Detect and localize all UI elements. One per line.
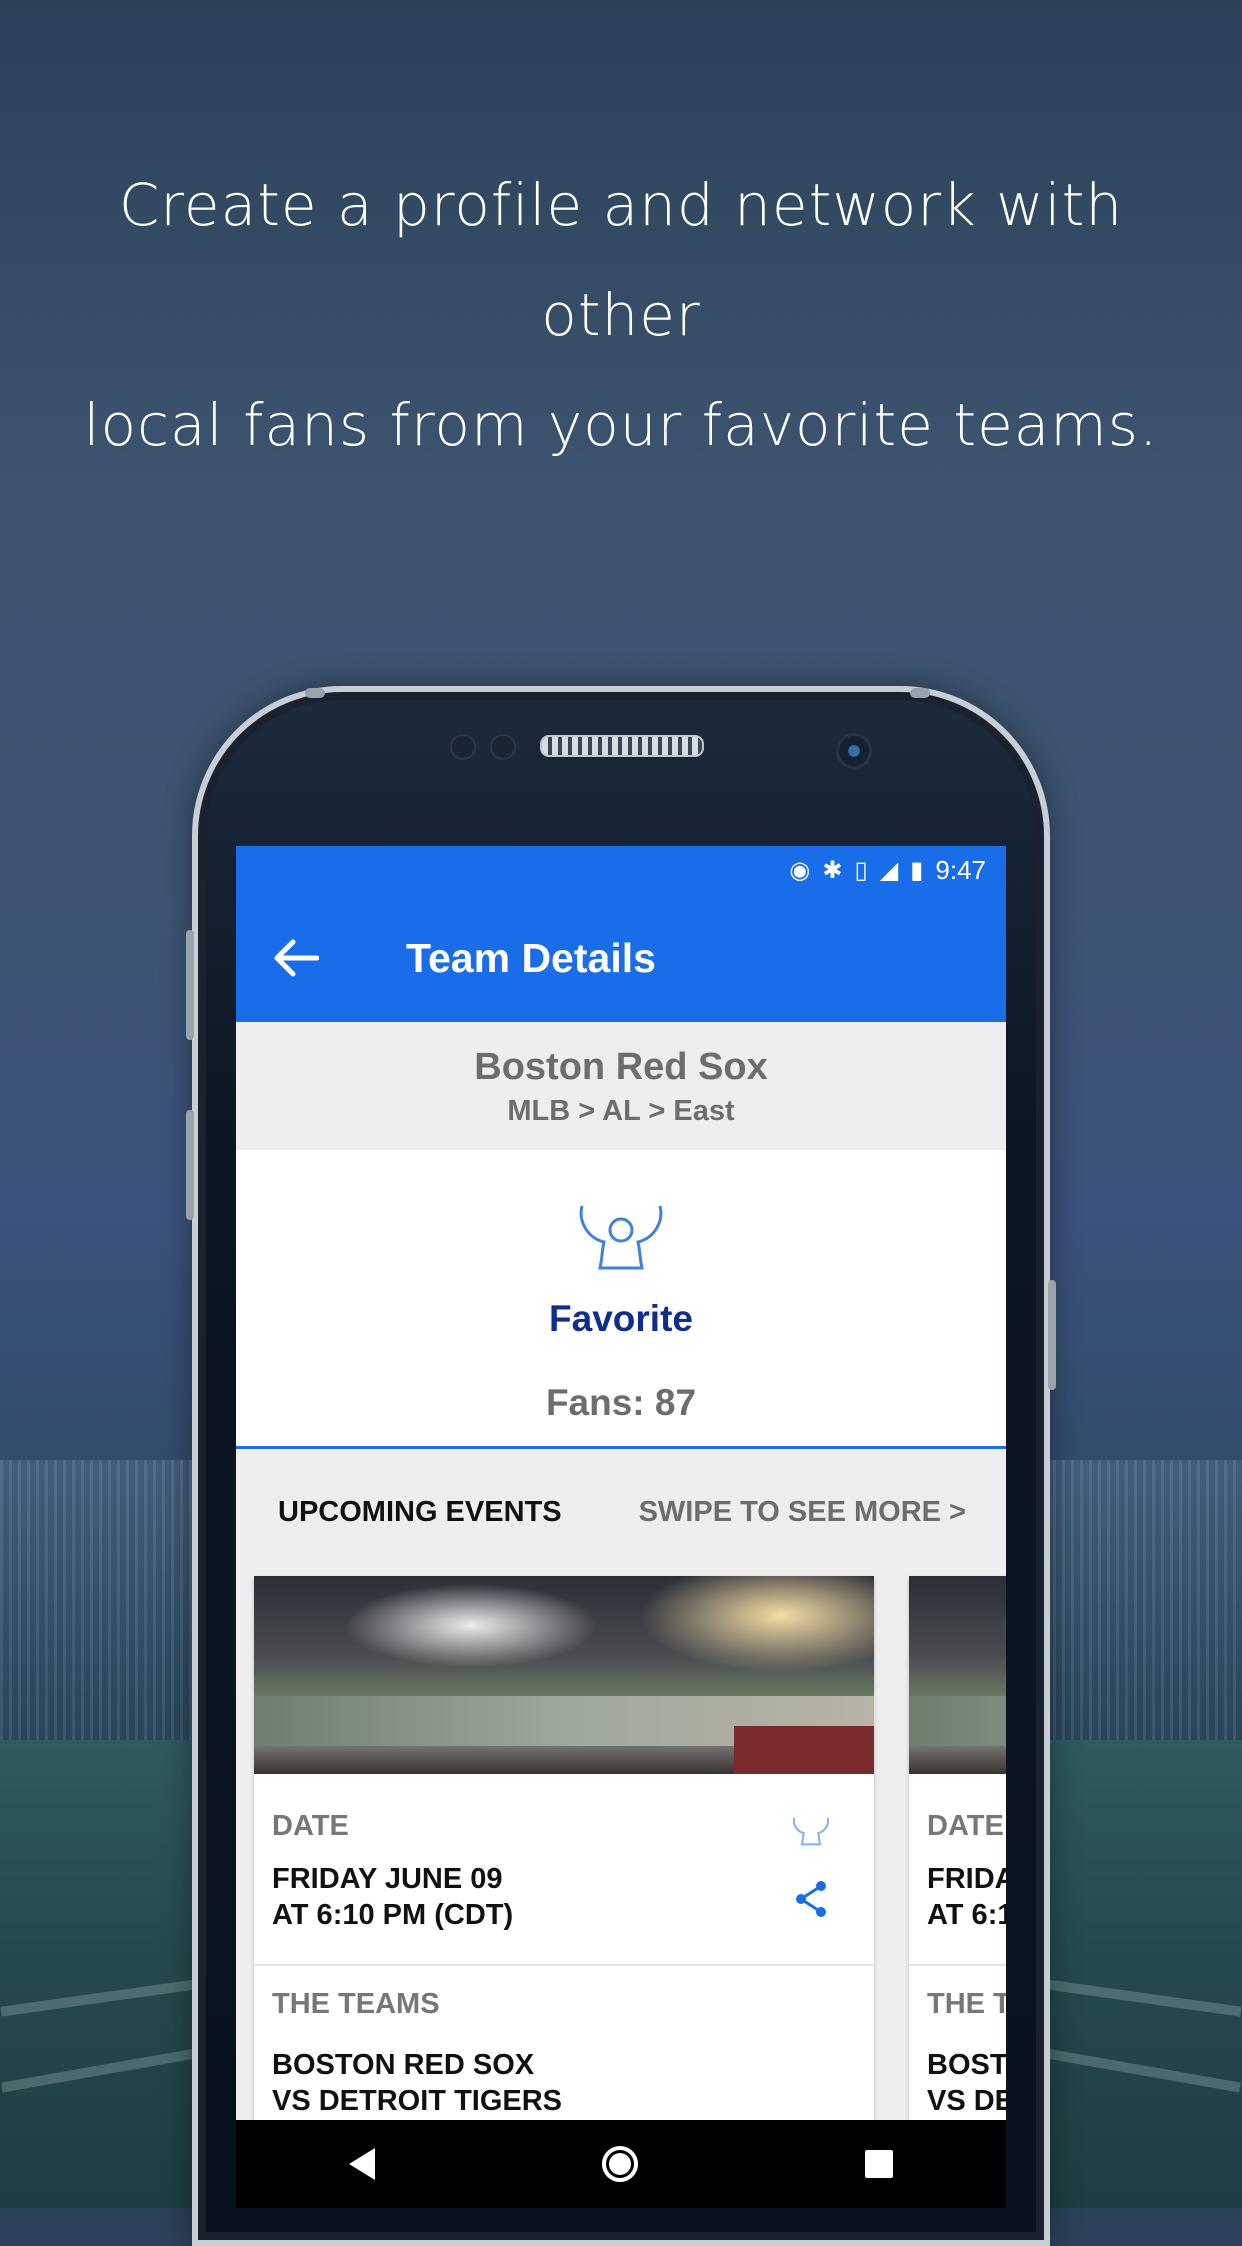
- event-image: [909, 1576, 1006, 1774]
- phone-side-button: [186, 930, 194, 1040]
- promo-headline: Create a profile and network with other …: [40, 150, 1202, 480]
- bluetooth-icon: ✱: [822, 856, 843, 884]
- event-card[interactable]: DATE FRIDA AT 6:1 THE T BOSTO VS DET: [909, 1576, 1006, 2136]
- page-title: Team Details: [406, 934, 656, 981]
- lte-signal-icon: ◢: [879, 856, 899, 884]
- date-label: DATE: [927, 1810, 1004, 1842]
- phone-top-button: [305, 688, 325, 698]
- earpiece-speaker: [540, 735, 704, 757]
- nav-recents-icon[interactable]: [864, 2150, 893, 2178]
- arrow-left-icon: [274, 939, 319, 977]
- fans-count: Fans: 87: [545, 1382, 697, 1423]
- favorite-panel: Favorite Fans: 87: [236, 1150, 1006, 1449]
- phone-screen: ◉ ✱ ▯ ◢ ▮ 9:47 Team Details Boston Red S…: [236, 846, 1006, 2208]
- location-icon: ◉: [789, 856, 811, 884]
- team-breadcrumb: MLB > AL > East: [507, 1095, 735, 1127]
- event-teams-section: THE TEAMS BOSTON RED SOX VS DETROIT TIGE…: [254, 1966, 874, 2119]
- nav-home-icon[interactable]: [601, 2146, 638, 2182]
- favorite-toggle-button[interactable]: [574, 1202, 668, 1277]
- phone-power-button: [1048, 1280, 1056, 1390]
- favorite-label[interactable]: Favorite: [236, 1298, 1006, 1340]
- teams-line-1: BOSTON RED SOX: [272, 2049, 535, 2081]
- date-line-2: AT 6:1: [927, 1899, 1006, 1931]
- teams-line-2: VS DET: [927, 2085, 1006, 2117]
- date-label: DATE: [272, 1810, 349, 1842]
- swipe-hint: SWIPE TO SEE MORE >: [638, 1495, 966, 1528]
- status-time: 9:47: [935, 854, 986, 885]
- phone-side-button: [186, 1110, 194, 1220]
- cheering-fan-icon[interactable]: [790, 1816, 832, 1846]
- app-bar: Team Details: [236, 894, 1006, 1022]
- front-camera: [836, 733, 872, 769]
- teams-label: THE T: [927, 1988, 1006, 2020]
- event-date-section: DATE FRIDA AT 6:1: [909, 1792, 1006, 1964]
- android-nav-bar: [236, 2120, 1006, 2208]
- event-card[interactable]: DATE FRIDAY JUNE 09 AT 6:10 PM (CDT) THE…: [254, 1576, 874, 2136]
- phone-top-button: [910, 688, 930, 698]
- date-line-1: FRIDAY JUNE 09: [272, 1863, 503, 1895]
- light-sensor: [490, 734, 516, 760]
- date-line-1: FRIDA: [927, 1863, 1006, 1895]
- vibrate-icon: ▯: [854, 856, 868, 884]
- event-teams-section: THE T BOSTO VS DET: [909, 1966, 1006, 2119]
- promo-line-1: Create a profile and network with other: [118, 171, 1124, 349]
- nav-back-icon[interactable]: [349, 2148, 376, 2180]
- proximity-sensor: [450, 734, 476, 760]
- event-date-section: DATE FRIDAY JUNE 09 AT 6:10 PM (CDT): [254, 1792, 874, 1964]
- promo-line-2: local fans from your favorite teams.: [83, 391, 1159, 459]
- events-header: UPCOMING EVENTS SWIPE TO SEE MORE >: [236, 1449, 1006, 1575]
- teams-label: THE TEAMS: [272, 1988, 440, 2020]
- teams-line-2: VS DETROIT TIGERS: [272, 2085, 563, 2117]
- team-header: Boston Red Sox MLB > AL > East: [236, 1022, 1006, 1150]
- teams-line-1: BOSTO: [927, 2049, 1006, 2081]
- share-icon[interactable]: [794, 1880, 828, 1918]
- battery-charging-icon: ▮: [910, 856, 924, 884]
- event-image: [254, 1576, 874, 1774]
- cheering-fan-icon: [579, 1205, 663, 1270]
- status-bar: ◉ ✱ ▯ ◢ ▮ 9:47: [236, 846, 1006, 894]
- team-name: Boston Red Sox: [474, 1046, 768, 1088]
- back-button[interactable]: [236, 894, 356, 1022]
- upcoming-events-heading: UPCOMING EVENTS: [278, 1495, 562, 1528]
- date-line-2: AT 6:10 PM (CDT): [272, 1899, 514, 1931]
